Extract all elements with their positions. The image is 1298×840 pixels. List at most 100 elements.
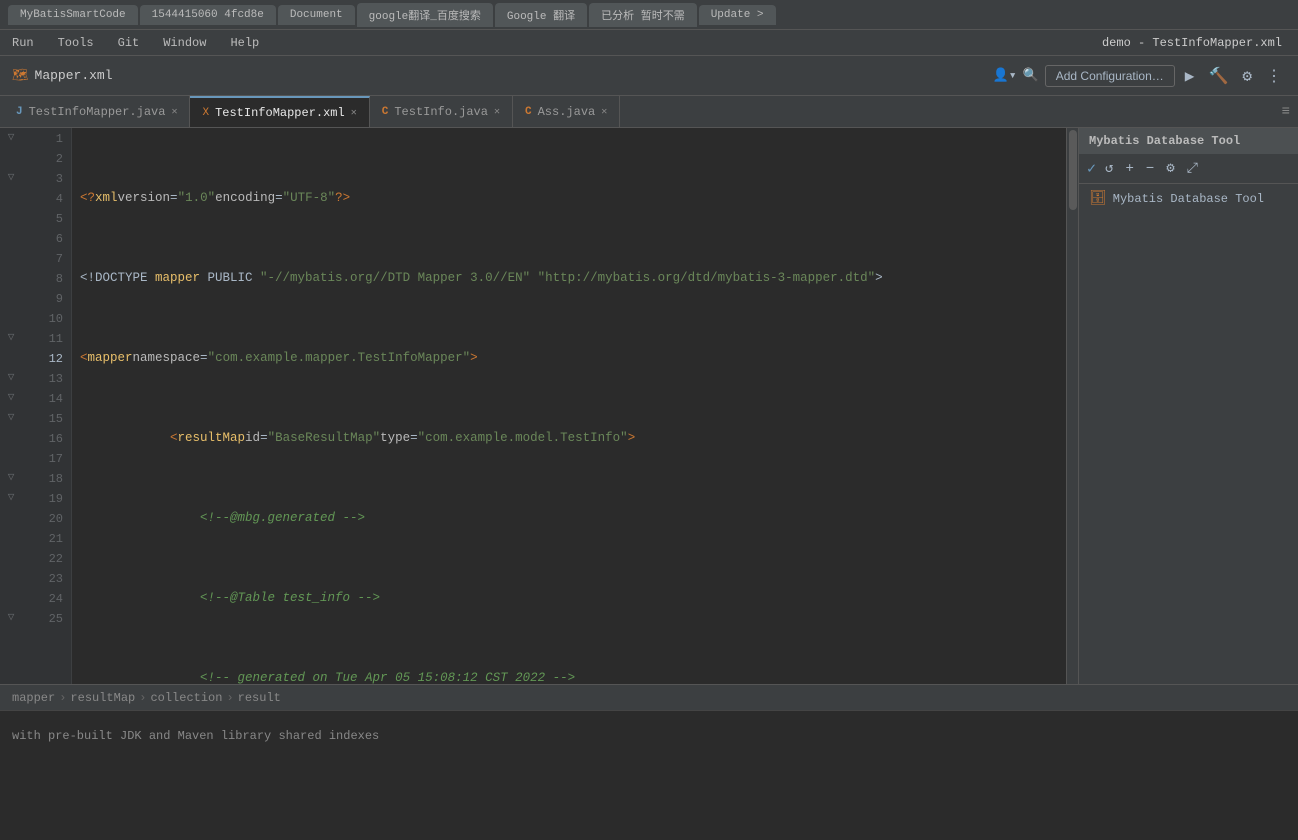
breadcrumb-item-1: mapper [12,691,55,705]
gutter-cell-5 [0,248,22,268]
gutter-fold-11[interactable]: ▽ [0,328,22,348]
line-num-12: 12 [22,348,71,368]
line-num-13: 13 [22,368,71,388]
browser-tab-google2[interactable]: Google 翻译 [495,3,587,27]
add-icon[interactable]: + [1122,159,1136,179]
panel-header: Mybatis Database Tool [1079,128,1298,154]
run-icon[interactable]: ▶ [1181,64,1199,88]
gutter-cell-16 [0,588,22,608]
add-configuration-button[interactable]: Add Configuration… [1045,65,1175,87]
tab-label-4: Ass.java [538,105,596,119]
browser-tab-analyzed[interactable]: 已分析 暂时不需 [589,3,697,27]
project-title: Mapper.xml [35,68,113,83]
code-line-6: <!--@Table test_info --> [72,588,1066,608]
tab-testinfomapper-java[interactable]: J TestInfoMapper.java ✕ [4,96,190,127]
menu-run[interactable]: Run [8,34,38,52]
line-num-8: 8 [22,268,71,288]
java-icon-2: C [382,106,389,118]
breadcrumb-item-4: result [238,691,281,705]
gutter-fold-15[interactable]: ▽ [0,408,22,428]
menu-bar: Run Tools Git Window Help demo - TestInf… [0,30,1298,56]
browser-tab-google1[interactable]: google翻译_百度搜索 [357,3,493,27]
bottom-notification: with pre-built JDK and Maven library sha… [12,729,379,743]
breadcrumb-item-2: resultMap [70,691,135,705]
build-icon[interactable]: 🔨 [1204,64,1232,88]
right-panel: Mybatis Database Tool ✓ ↺ + − ⚙ ⤢ 🗄 Myba… [1078,128,1298,684]
minus-icon[interactable]: − [1143,159,1157,179]
search-icon[interactable]: 🔍 [1023,68,1039,83]
code-line-5: <!--@mbg.generated --> [72,508,1066,528]
title-area: 🗺 Mapper.xml 👤▾ 🔍 Add Configuration… ▶ 🔨… [0,56,1298,96]
menu-git[interactable]: Git [114,34,144,52]
line-num-4: 4 [22,188,71,208]
vertical-scrollbar[interactable] [1066,128,1078,684]
gutter-fold-13[interactable]: ▽ [0,368,22,388]
gutter-cell-9 [0,348,22,368]
close-tab-3[interactable]: ✕ [494,106,500,118]
settings-icon[interactable]: ⚙ [1238,64,1256,88]
panel-settings-icon[interactable]: ⚙ [1163,158,1177,179]
tab-label-2: TestInfoMapper.xml [215,106,345,120]
line-num-21: 21 [22,528,71,548]
close-tab-4[interactable]: ✕ [601,106,607,118]
close-tab-2[interactable]: ✕ [351,107,357,119]
code-line-4: <resultMap id="BaseResultMap" type="com.… [72,428,1066,448]
bottom-bar: with pre-built JDK and Maven library sha… [0,710,1298,760]
main-content: ▽ ▽ ▽ ▽ ▽ ▽ ▽ ▽ ▽ 1 2 3 4 5 6 7 8 9 10 [0,128,1298,684]
gutter-fold-14[interactable]: ▽ [0,388,22,408]
refresh-icon[interactable]: ↺ [1102,158,1116,179]
tab-ass-java[interactable]: C Ass.java ✕ [513,96,620,127]
line-num-10: 10 [22,308,71,328]
line-num-18: 18 [22,468,71,488]
line-num-25: 25 [22,608,71,628]
code-editor[interactable]: <?xml version="1.0" encoding="UTF-8"?> <… [72,128,1066,684]
gutter-icons: ▽ ▽ ▽ ▽ ▽ ▽ ▽ ▽ ▽ [0,128,22,684]
gutter-fold-19[interactable]: ▽ [0,488,22,508]
check-icon[interactable]: ✓ [1087,159,1096,178]
window-title: demo - TestInfoMapper.xml [1102,36,1282,50]
more-icon[interactable]: ⋮ [1262,64,1286,88]
line-num-14: 14 [22,388,71,408]
gutter-fold-18[interactable]: ▽ [0,468,22,488]
code-line-1: <?xml version="1.0" encoding="UTF-8"?> [72,188,1066,208]
panel-toolbar: ✓ ↺ + − ⚙ ⤢ [1079,154,1298,184]
scroll-thumb[interactable] [1069,130,1077,210]
code-content: <?xml version="1.0" encoding="UTF-8"?> <… [72,128,1066,684]
line-num-23: 23 [22,568,71,588]
profile-icon[interactable]: 👤▾ [993,68,1017,83]
gutter-cell-3 [0,208,22,228]
gutter-cell-12 [0,508,22,528]
browser-tab-update[interactable]: Update > [699,5,776,25]
gutter-cell-8 [0,308,22,328]
gutter-cell-14 [0,548,22,568]
browser-tab-mybatis[interactable]: MyBatisSmartCode [8,5,138,25]
mapper-icon: 🗺 [12,68,29,83]
breadcrumb: mapper › resultMap › collection › result [12,691,281,705]
expand-icon[interactable]: ⤢ [1184,159,1201,179]
line-num-19: 19 [22,488,71,508]
db-tree-item[interactable]: 🗄 Mybatis Database Tool [1079,184,1298,213]
gutter-fold-25[interactable]: ▽ [0,608,22,628]
browser-tab-id[interactable]: 1544415060 4fcd8e [140,5,276,25]
browser-tab-doc[interactable]: Document [278,5,355,25]
xml-icon: X [202,107,209,119]
file-tabs: J TestInfoMapper.java ✕ X TestInfoMapper… [0,96,1298,128]
line-numbers: 1 2 3 4 5 6 7 8 9 10 11 12 13 14 15 16 1… [22,128,72,684]
tab-testinfomapper-xml[interactable]: X TestInfoMapper.xml ✕ [190,96,369,127]
menu-tools[interactable]: Tools [54,34,98,52]
menu-window[interactable]: Window [159,34,210,52]
gutter-fold-3[interactable]: ▽ [0,128,22,148]
browser-tabs-bar: MyBatisSmartCode 1544415060 4fcd8e Docum… [0,0,1298,30]
database-icon: 🗄 [1089,190,1107,207]
close-tab-1[interactable]: ✕ [171,106,177,118]
db-tree-label: Mybatis Database Tool [1113,192,1264,206]
gutter-cell-2 [0,188,22,208]
line-num-2: 2 [22,148,71,168]
menu-help[interactable]: Help [226,34,263,52]
breadcrumb-sep-3: › [226,691,233,705]
tab-testinfo-java[interactable]: C TestInfo.java ✕ [370,96,513,127]
panel-toggle-icon[interactable]: ≡ [1282,104,1298,120]
tab-label-3: TestInfo.java [394,105,488,119]
line-num-15: 15 [22,408,71,428]
gutter-fold-4[interactable]: ▽ [0,168,22,188]
